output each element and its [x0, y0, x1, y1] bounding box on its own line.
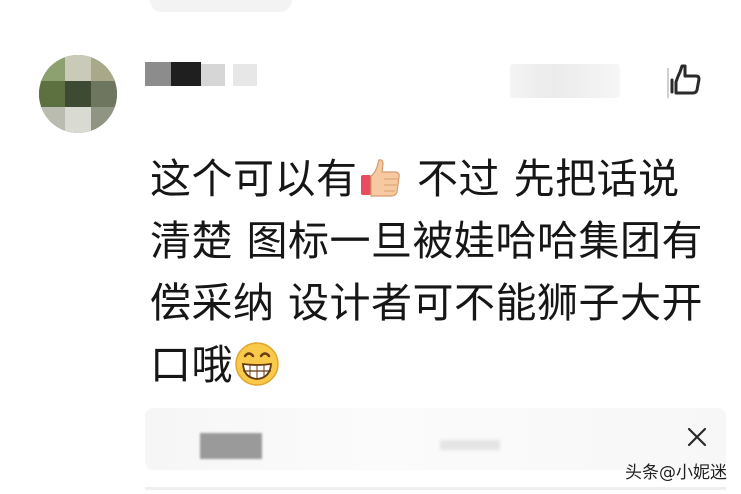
- username-censored[interactable]: [145, 62, 265, 86]
- comment-line-3: 偿采纳 设计者可不能狮子大开: [150, 279, 704, 327]
- comment-screenshot: 这个可以有 不过 先把话说 清楚 图标一旦被娃哈哈集团有 偿采纳 设计者可不能狮…: [0, 0, 741, 494]
- avatar[interactable]: [39, 55, 117, 133]
- close-icon[interactable]: [686, 426, 708, 448]
- watermark: 头条 @小妮迷: [625, 458, 727, 483]
- comment-line-1-text-a: 这个可以有: [150, 155, 358, 203]
- reply-card-censored-text: [200, 433, 262, 459]
- comment-line-1: 这个可以有 不过 先把话说: [150, 148, 725, 210]
- previous-card-edge: [150, 0, 292, 12]
- grinning-face-emoji: [235, 342, 279, 386]
- comment-meta-obscured: [510, 64, 620, 98]
- watermark-prefix: 头条: [625, 463, 659, 483]
- comment-text: 这个可以有 不过 先把话说 清楚 图标一旦被娃哈哈集团有 偿采纳 设计者可不能狮…: [150, 148, 725, 396]
- reply-card-faint-text: [440, 440, 500, 450]
- divider: [145, 487, 726, 490]
- thumbs-up-emoji: [360, 159, 400, 197]
- comment-line-2: 清楚 图标一旦被娃哈哈集团有: [150, 217, 704, 265]
- comment-line-4-text: 口哦: [150, 341, 233, 389]
- like-icon[interactable]: [666, 62, 702, 106]
- comment-line-1-text-b: 不过 先把话说: [403, 155, 680, 203]
- comment-line-4: 口哦: [150, 334, 725, 396]
- watermark-handle: @小妮迷: [659, 463, 727, 483]
